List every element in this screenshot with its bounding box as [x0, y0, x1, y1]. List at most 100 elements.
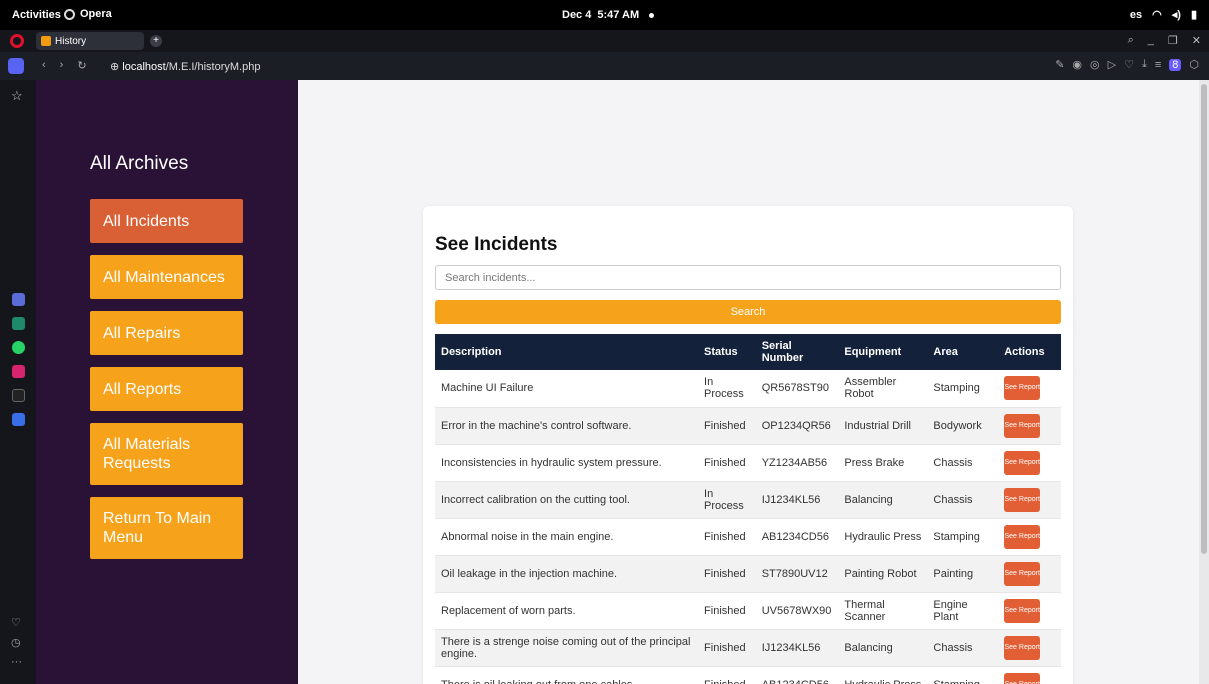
cell-status: Finished — [698, 444, 756, 482]
notification-dot-icon — [649, 12, 655, 18]
cell-status: Finished — [698, 666, 756, 684]
see-report-button[interactable]: See Report — [1004, 487, 1041, 512]
play-icon[interactable]: ▷ — [1108, 58, 1116, 71]
cell-area: Stamping — [927, 518, 999, 556]
cell-serial: AB1234CD56 — [755, 518, 839, 556]
wifi-icon: ◠ — [1152, 9, 1162, 21]
speed-dial-icon[interactable]: ☆ — [11, 88, 23, 104]
cell-description: Error in the machine's control software. — [435, 407, 699, 445]
app-name: Opera — [80, 8, 112, 20]
activities-button[interactable]: Activities — [12, 9, 61, 21]
search-tabs-icon[interactable]: ⌕ — [1128, 34, 1134, 47]
reload-icon[interactable]: ↻ — [77, 59, 86, 72]
cell-description: There is oil leaking out from one cables — [435, 666, 699, 684]
sidebar-item-all-incidents[interactable]: All Incidents — [90, 199, 243, 243]
cell-equipment: Assembler Robot — [838, 370, 928, 408]
browser-tab-history[interactable]: History — [36, 32, 144, 50]
minimize-icon[interactable]: _ — [1148, 34, 1154, 47]
back-icon[interactable]: ‹ — [42, 59, 46, 72]
heart-icon[interactable]: ♡ — [1124, 58, 1134, 71]
profile-icon[interactable]: 8 — [1169, 58, 1182, 71]
sidebar-item-all-maintenances[interactable]: All Maintenances — [90, 255, 243, 299]
sidebar-item-all-materials-requests[interactable]: All Materials Requests — [90, 423, 243, 485]
cell-description: Incorrect calibration on the cutting too… — [435, 481, 699, 519]
keyboard-layout[interactable]: es — [1130, 9, 1142, 21]
column-header-serial-number: Serial Number — [755, 334, 839, 370]
cell-status: Finished — [698, 629, 756, 667]
cell-area: Painting — [927, 555, 999, 593]
cell-serial: OP1234QR56 — [755, 407, 839, 445]
cell-actions: See Report — [998, 370, 1061, 408]
close-window-icon[interactable]: ✕ — [1192, 34, 1201, 47]
instagram-icon[interactable] — [12, 365, 25, 378]
cell-description: Machine UI Failure — [435, 370, 699, 408]
cell-description: Inconsistencies in hydraulic system pres… — [435, 444, 699, 482]
sidebar-item-all-reports[interactable]: All Reports — [90, 367, 243, 411]
aria-icon[interactable] — [12, 293, 25, 306]
opera-menu-icon[interactable] — [10, 34, 24, 48]
cell-actions: See Report — [998, 555, 1061, 593]
see-report-button[interactable]: See Report — [1004, 672, 1041, 684]
whatsapp-icon[interactable] — [12, 341, 25, 354]
home-icon[interactable] — [8, 58, 24, 74]
favorites-icon[interactable]: ♡ — [11, 616, 21, 629]
table-row: Oil leakage in the injection machine. Fin… — [435, 555, 1061, 593]
cell-serial: YZ1234AB56 — [755, 444, 839, 482]
download-icon[interactable]: ⤓ — [1142, 58, 1147, 71]
search-input[interactable] — [435, 265, 1061, 290]
table-row: Incorrect calibration on the cutting too… — [435, 481, 1061, 519]
volume-icon: ◂) — [1171, 9, 1181, 21]
scrollbar-thumb[interactable] — [1201, 84, 1207, 554]
column-header-equipment: Equipment — [838, 334, 928, 370]
see-report-button[interactable]: See Report — [1004, 635, 1041, 660]
table-row: Replacement of worn parts. Finished UV5678… — [435, 592, 1061, 630]
sidebar-item-all-repairs[interactable]: All Repairs — [90, 311, 243, 355]
messenger-icon[interactable] — [12, 413, 25, 426]
see-report-button[interactable]: See Report — [1004, 450, 1041, 475]
extensions-icon[interactable]: ⬡ — [1189, 58, 1199, 71]
see-report-button[interactable]: See Report — [1004, 561, 1041, 586]
opera-sidebar: ☆ ♡ ◷ ··· — [0, 80, 36, 684]
new-tab-icon[interactable]: + — [150, 35, 162, 47]
sidebar-title: All Archives — [90, 153, 189, 174]
cell-equipment: Industrial Drill — [838, 407, 928, 445]
system-tray[interactable]: es ◠ ◂) ▮ — [1130, 8, 1197, 22]
see-report-button[interactable]: See Report — [1004, 376, 1041, 401]
column-header-status: Status — [698, 334, 756, 370]
history-icon[interactable]: ◷ — [11, 636, 21, 649]
see-report-button[interactable]: See Report — [1004, 413, 1041, 438]
table-body: Machine UI Failure In Process QR5678ST90 As… — [435, 370, 1061, 684]
chatgpt-icon[interactable] — [12, 317, 25, 330]
sidebar-item-return-to-main-menu[interactable]: Return To Main Menu — [90, 497, 243, 559]
cell-area: Stamping — [927, 370, 999, 408]
camera-icon[interactable]: ◉ — [1072, 58, 1082, 71]
web-page: All Archives All Incidents All Maintenan… — [36, 80, 1209, 684]
vpn-icon[interactable]: ◎ — [1090, 58, 1100, 71]
table-row: Inconsistencies in hydraulic system pres… — [435, 444, 1061, 482]
cell-equipment: Hydraulic Press — [838, 518, 928, 556]
tiktok-icon[interactable] — [12, 389, 25, 402]
cell-area: Chassis — [927, 444, 999, 482]
column-header-actions: Actions — [998, 334, 1061, 370]
window-controls: ⌕ _ ❐ ✕ — [1128, 34, 1201, 47]
maximize-icon[interactable]: ❐ — [1168, 34, 1178, 47]
cell-status: Finished — [698, 592, 756, 630]
forward-icon[interactable]: › — [60, 59, 64, 72]
cell-description: Abnormal noise in the main engine. — [435, 518, 699, 556]
cell-equipment: Hydraulic Press — [838, 666, 928, 684]
cell-area: Bodywork — [927, 407, 999, 445]
app-menu[interactable]: Opera — [64, 8, 112, 20]
easy-setup-icon[interactable]: ≡ — [1155, 59, 1161, 71]
cell-actions: See Report — [998, 629, 1061, 667]
site-info-icon[interactable]: ⊕ — [110, 61, 119, 73]
see-report-button[interactable]: See Report — [1004, 598, 1041, 623]
url-field[interactable]: ⊕ localhost/M.E.I/historyM.php — [110, 60, 260, 73]
more-icon[interactable]: ··· — [11, 656, 22, 668]
edit-icon[interactable]: ✎ — [1055, 58, 1064, 71]
cell-actions: See Report — [998, 518, 1061, 556]
clock[interactable]: Dec 4 5:47 AM — [562, 9, 655, 21]
search-button[interactable]: Search — [435, 300, 1061, 324]
cell-serial: ST7890UV12 — [755, 555, 839, 593]
see-report-button[interactable]: See Report — [1004, 524, 1041, 549]
page-scrollbar[interactable] — [1199, 80, 1209, 684]
